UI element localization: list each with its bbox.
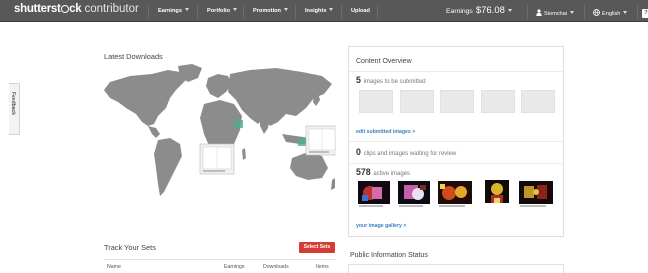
active-images: 578 active images: [356, 167, 410, 177]
active-text: active images: [373, 171, 411, 177]
panel-divider: [349, 71, 563, 72]
brand-o-mark: [60, 5, 69, 13]
nav-portfolio-label: Portfolio: [207, 8, 230, 14]
chevron-down-icon: [184, 8, 189, 11]
panel-divider: [349, 141, 563, 142]
north-america-landmass: [104, 70, 186, 126]
download-preview-thumbnail[interactable]: [305, 125, 336, 156]
public-information-title: Public Information Status: [350, 252, 428, 259]
pending-image-slot[interactable]: [521, 90, 555, 113]
thumbnail-caption: [399, 205, 423, 207]
user-name: Siomchai: [544, 11, 568, 17]
sets-divider: [104, 259, 336, 260]
india-landmass: [260, 114, 270, 134]
chevron-down-icon: [507, 9, 512, 12]
user-menu[interactable]: Siomchai: [527, 5, 575, 19]
public-information-panel: [348, 264, 564, 273]
top-navigation-bar: shutterst ck contributor Earnings Portfol…: [0, 0, 648, 22]
language-menu[interactable]: English: [584, 5, 628, 19]
pending-image-slot[interactable]: [400, 90, 434, 113]
column-name[interactable]: Name: [107, 264, 121, 270]
nav-upload[interactable]: Upload: [341, 5, 378, 19]
user-icon: [536, 9, 542, 16]
active-image-thumbnail[interactable]: [485, 180, 509, 203]
australia-landmass: [290, 152, 328, 180]
chevron-down-icon: [570, 11, 575, 14]
brand-name: shutterst ck: [14, 3, 82, 15]
download-preview-thumbnail[interactable]: [199, 143, 235, 175]
world-map: [104, 64, 336, 196]
track-sets-title: Track Your Sets: [104, 243, 156, 252]
chevron-down-icon: [623, 11, 628, 14]
waiting-count: 0: [356, 147, 361, 157]
to-submit-text: images to be submitted: [363, 79, 426, 85]
brand-suffix: contributor: [81, 3, 139, 15]
select-sets-button[interactable]: Select Sets: [299, 242, 335, 253]
contributor-dashboard: shutterst ck contributor Earnings Portfol…: [0, 0, 648, 273]
south-america-landmass: [154, 138, 182, 196]
thumbnail-caption: [439, 205, 465, 207]
column-downloads[interactable]: Downloads: [263, 264, 289, 270]
nav-earnings[interactable]: Earnings: [148, 5, 196, 19]
pending-image-slot[interactable]: [481, 90, 515, 113]
earnings-summary[interactable]: Earnings $76.08: [446, 5, 512, 16]
waiting-for-review: 0 clips and images waiting for review: [356, 147, 456, 157]
active-count: 578: [356, 167, 371, 177]
language-label: English: [602, 11, 621, 17]
nav-promotion[interactable]: Promotion: [243, 5, 295, 19]
globe-icon: [593, 9, 600, 16]
chevron-down-icon: [283, 8, 288, 11]
thumbnail-caption: [520, 205, 546, 207]
edit-submitted-images-link[interactable]: edit submitted images >: [356, 129, 415, 135]
madagascar-landmass: [242, 148, 246, 160]
content-overview-title: Content Overview: [356, 58, 412, 65]
active-image-thumbnail[interactable]: [358, 181, 390, 204]
chevron-down-icon: [329, 8, 334, 11]
column-items[interactable]: Items: [316, 264, 329, 270]
feedback-tab[interactable]: Feedback: [9, 83, 20, 135]
to-submit-count: 5: [356, 75, 361, 85]
nav-promotion-label: Promotion: [253, 8, 281, 14]
latest-downloads-title: Latest Downloads: [104, 52, 163, 61]
nav-upload-label: Upload: [351, 8, 370, 14]
panel-divider: [349, 163, 563, 164]
download-marker[interactable]: [234, 120, 243, 128]
nav-insights[interactable]: Insights: [295, 5, 340, 19]
chevron-down-icon: [233, 8, 237, 11]
new-zealand-landmass: [331, 178, 335, 190]
earnings-amount: $76.08: [475, 5, 505, 16]
active-image-thumbnail[interactable]: [438, 181, 472, 204]
active-image-thumbnail[interactable]: [398, 181, 430, 204]
nav-insights-label: Insights: [305, 8, 327, 14]
help-button[interactable]: ?: [637, 5, 648, 19]
nav-earnings-label: Earnings: [158, 8, 182, 14]
thumbnail-caption: [359, 205, 383, 207]
pending-image-slot[interactable]: [359, 90, 393, 113]
pending-image-slot[interactable]: [440, 90, 474, 113]
central-america-landmass: [148, 126, 160, 138]
shutterstock-logo[interactable]: shutterst ck contributor: [14, 3, 139, 15]
column-earnings[interactable]: Earnings: [224, 264, 244, 270]
europe-landmass: [206, 74, 232, 98]
feedback-label: Feedback: [10, 92, 16, 116]
download-marker[interactable]: [298, 138, 306, 146]
image-gallery-link[interactable]: your image gallery >: [356, 223, 406, 229]
earnings-label: Earnings: [446, 8, 473, 15]
active-image-thumbnail[interactable]: [519, 181, 553, 204]
nav-portfolio[interactable]: Portfolio: [197, 5, 244, 19]
help-icon: ?: [642, 9, 648, 18]
waiting-text: clips and images waiting for review: [363, 151, 457, 157]
images-to-submit: 5 images to be submitted: [356, 75, 426, 85]
content-overview-panel: Content Overview 5 images to be submitte…: [348, 46, 564, 237]
